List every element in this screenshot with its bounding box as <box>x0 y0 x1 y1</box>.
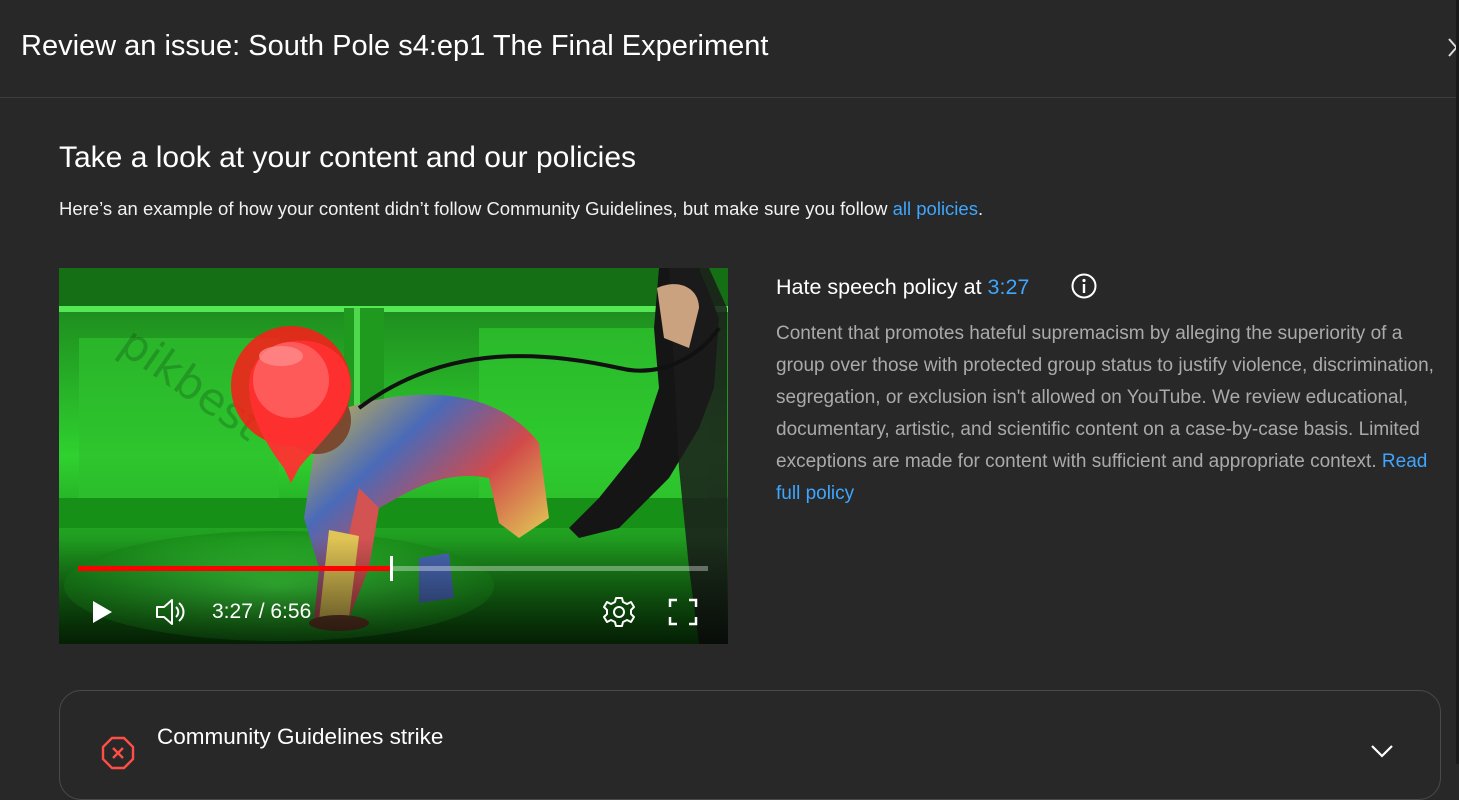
time-display: 3:27 / 6:56 <box>212 600 312 623</box>
volume-icon <box>156 599 185 625</box>
strike-card[interactable]: Community Guidelines strike <box>59 690 1441 800</box>
strike-card-title: Community Guidelines strike <box>157 724 444 749</box>
fullscreen-button[interactable] <box>668 598 698 626</box>
expand-button[interactable] <box>1370 743 1394 759</box>
section-description-end: . <box>977 198 984 219</box>
settings-button[interactable] <box>602 595 636 629</box>
settings-icon <box>603 597 635 627</box>
policy-body-text: Content that promotes hateful supremacis… <box>776 323 1434 472</box>
play-icon <box>93 601 112 623</box>
policy-title: Hate speech policy at 3:27 <box>776 275 1029 300</box>
play-button[interactable] <box>89 598 115 626</box>
progress-played <box>78 566 392 571</box>
info-icon <box>1071 273 1097 299</box>
strike-status <box>101 736 135 770</box>
video-frame: pikbest <box>59 268 728 644</box>
volume-button[interactable] <box>154 597 188 627</box>
policy-title-text: Hate speech policy at <box>776 275 988 299</box>
info-button[interactable] <box>1071 273 1097 299</box>
progress-scrubber[interactable] <box>390 556 394 581</box>
video-player[interactable]: pikbest 3:27 / 6:56 <box>59 268 728 644</box>
strike-icon <box>101 736 135 770</box>
section-title: Take a look at your content and our poli… <box>59 141 637 174</box>
fullscreen-icon <box>668 598 698 626</box>
all-policies-link[interactable]: all policies <box>893 198 978 219</box>
chevron-down-icon <box>1371 745 1393 758</box>
section-description-text: Here’s an example of how your content di… <box>59 198 893 219</box>
policy-timestamp-link[interactable]: 3:27 <box>988 275 1030 299</box>
dialog-title: Review an issue: South Pole s4:ep1 The F… <box>21 30 769 62</box>
dialog-header: Review an issue: South Pole s4:ep1 The F… <box>0 0 1456 98</box>
policy-description: Content that promotes hateful supremacis… <box>776 318 1444 510</box>
section-description: Here’s an example of how your content di… <box>59 198 983 220</box>
progress-bar[interactable] <box>78 556 708 581</box>
